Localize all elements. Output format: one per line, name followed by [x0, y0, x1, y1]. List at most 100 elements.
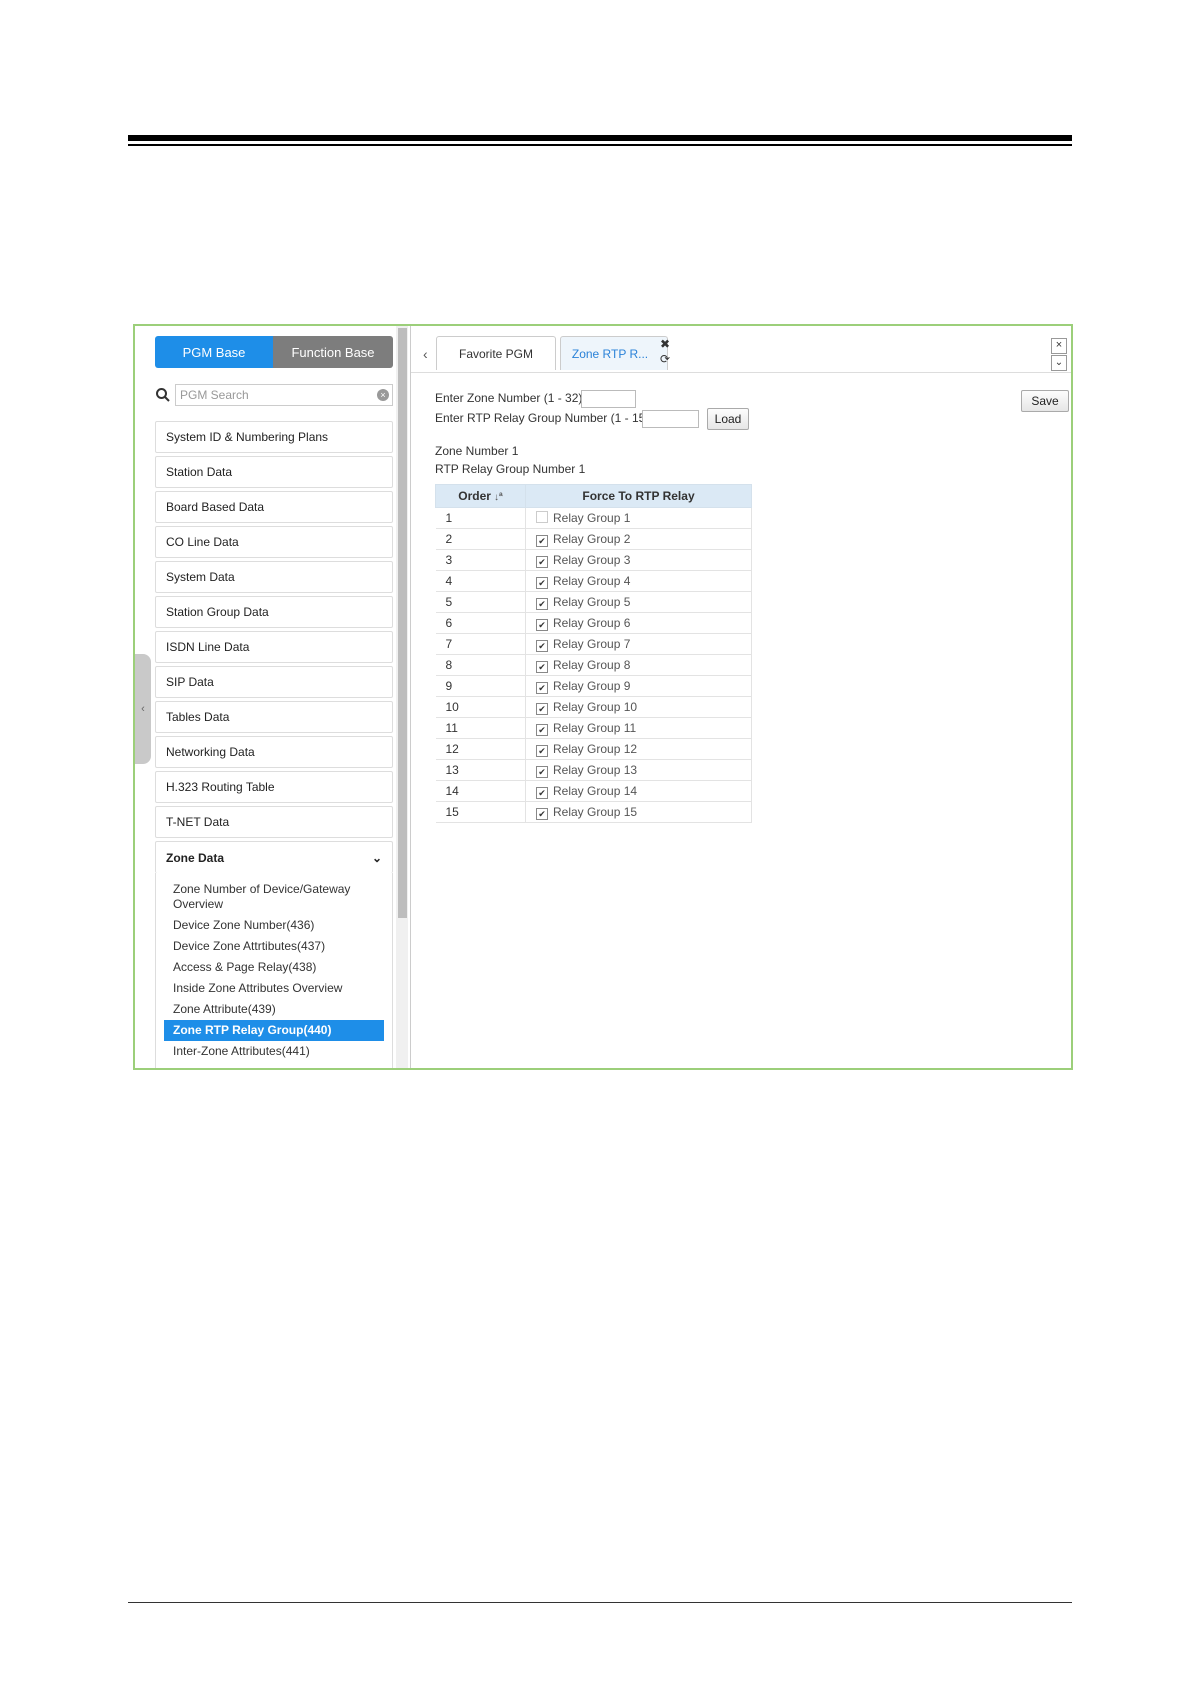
relay-group-info: RTP Relay Group Number 1 [435, 462, 586, 476]
sort-icon[interactable]: ↓ª [494, 492, 503, 503]
submenu-item[interactable]: Inside Zone Attributes Overview [164, 978, 384, 999]
zone-number-label: Enter Zone Number (1 - 32) : [435, 391, 590, 405]
checkbox-checked[interactable]: ✔ [536, 681, 548, 694]
submenu-item[interactable]: Zone RTP Relay Group(440) [164, 1020, 384, 1041]
checkbox-unchecked[interactable] [536, 511, 548, 523]
table-row: 9 ✔ Relay Group 9 [435, 675, 752, 697]
relay-label: Relay Group 1 [553, 511, 631, 525]
relay-group-input[interactable] [642, 410, 699, 428]
checkbox-checked[interactable]: ✔ [536, 618, 548, 631]
order-cell: 11 [435, 717, 526, 739]
submenu-item[interactable]: Device Zone Attrtibutes(437) [164, 936, 384, 957]
relay-label: Relay Group 14 [553, 783, 638, 798]
table-row: 11 ✔ Relay Group 11 [435, 717, 752, 739]
submenu-item[interactable]: Inter-Zone Attributes(441) [164, 1041, 384, 1062]
footer-rule [128, 1602, 1072, 1603]
sidebar-item[interactable]: T-NET Data [155, 806, 393, 838]
submenu-item[interactable]: Zone Attribute(439) [164, 999, 384, 1020]
clear-icon[interactable]: × [377, 389, 389, 401]
relay-label: Relay Group 11 [553, 720, 637, 735]
sidebar-item[interactable]: Board Based Data [155, 491, 393, 523]
relay-cell: ✔ Relay Group 8 [525, 654, 752, 676]
relay-cell: ✔ Relay Group 2 [525, 528, 752, 550]
sidebar-item[interactable]: SIP Data [155, 666, 393, 698]
submenu-item[interactable]: Access & Page Relay(438) [164, 957, 384, 978]
close-icon[interactable]: ✖ [660, 337, 670, 351]
pgm-menu: System ID & Numbering Plans Station Data B… [155, 421, 393, 1068]
sidebar-item[interactable]: Station Group Data [155, 596, 393, 628]
checkbox-checked[interactable]: ✔ [536, 786, 548, 799]
checkbox-checked[interactable]: ✔ [536, 555, 548, 568]
relay-label: Relay Group 2 [553, 531, 631, 546]
relay-cell: ✔ Relay Group 3 [525, 549, 752, 571]
relay-group-label: Enter RTP Relay Group Number (1 - 15) : [435, 411, 656, 425]
sidebar-item[interactable]: Station Data [155, 456, 393, 488]
save-button[interactable]: Save [1021, 390, 1069, 412]
relay-label: Relay Group 10 [553, 699, 638, 714]
relay-label: Relay Group 8 [553, 657, 631, 672]
sidebar-item-label: Zone Data [166, 850, 225, 865]
order-cell: 4 [435, 570, 526, 592]
relay-cell: ✔ Relay Group 10 [525, 696, 752, 718]
chevron-left-icon[interactable]: ‹ [423, 346, 428, 362]
tab-favorite-pgm[interactable]: Favorite PGM [436, 336, 556, 370]
order-cell: 14 [435, 780, 526, 802]
sidebar-item[interactable]: H.323 Routing Table [155, 771, 393, 803]
sidebar-item[interactable]: Tables Data [155, 701, 393, 733]
checkbox-checked[interactable]: ✔ [536, 534, 548, 547]
table-row: 7 ✔ Relay Group 7 [435, 633, 752, 655]
zone-data-submenu: Zone Number of Device/Gateway Overview De… [155, 873, 393, 1068]
search-input[interactable] [175, 384, 393, 406]
table-row: 15 ✔ Relay Group 15 [435, 801, 752, 823]
left-scrollbar-thumb[interactable] [398, 328, 407, 918]
chevron-left-icon: ‹ [141, 703, 145, 715]
table-row: 5 ✔ Relay Group 5 [435, 591, 752, 613]
relay-cell: ✔ Relay Group 15 [525, 801, 752, 823]
sidebar-item[interactable]: System ID & Numbering Plans [155, 421, 393, 453]
col-force-to-rtp-relay: Force To RTP Relay [525, 484, 752, 508]
checkbox-checked[interactable]: ✔ [536, 576, 548, 589]
checkbox-checked[interactable]: ✔ [536, 639, 548, 652]
sidebar-item[interactable]: System Data [155, 561, 393, 593]
table-row: 6 ✔ Relay Group 6 [435, 612, 752, 634]
sidebar-item-zone-data[interactable]: Zone Data ⌄ [155, 841, 393, 873]
checkbox-checked[interactable]: ✔ [536, 765, 548, 778]
submenu-item[interactable]: Device Zone Number(436) [164, 915, 384, 936]
checkbox-checked[interactable]: ✔ [536, 723, 548, 736]
relay-cell: ✔ Relay Group 11 [525, 717, 752, 739]
left-panel: ‹ PGM Base Function Base × System ID & N… [135, 326, 410, 1068]
order-cell: 10 [435, 696, 526, 718]
relay-label: Relay Group 6 [553, 615, 631, 630]
chevron-down-icon[interactable]: ⌄ [1051, 355, 1067, 371]
table-row: 14 ✔ Relay Group 14 [435, 780, 752, 802]
relay-label: Relay Group 3 [553, 552, 631, 567]
refresh-icon[interactable]: ⟳ [660, 352, 670, 366]
relay-cell: ✔ Relay Group 7 [525, 633, 752, 655]
pgm-base-button[interactable]: PGM Base [155, 336, 273, 368]
checkbox-checked[interactable]: ✔ [536, 702, 548, 715]
zone-number-input[interactable] [581, 390, 636, 408]
table-row: 13 ✔ Relay Group 13 [435, 759, 752, 781]
checkbox-checked[interactable]: ✔ [536, 744, 548, 757]
header-rule-thick [128, 135, 1072, 141]
relay-table: Order ↓ª Force To RTP Relay 1 Relay Group … [435, 484, 752, 823]
order-cell: 2 [435, 528, 526, 550]
collapse-handle[interactable]: ‹ [135, 654, 151, 764]
checkbox-checked[interactable]: ✔ [536, 660, 548, 673]
order-cell: 8 [435, 654, 526, 676]
load-button[interactable]: Load [707, 408, 749, 430]
relay-cell: ✔ Relay Group 12 [525, 738, 752, 760]
submenu-item[interactable]: Zone Number of Device/Gateway Overview [164, 879, 384, 915]
checkbox-checked[interactable]: ✔ [536, 807, 548, 820]
sidebar-item[interactable]: ISDN Line Data [155, 631, 393, 663]
col-order[interactable]: Order ↓ª [435, 484, 526, 508]
sidebar-item[interactable]: Networking Data [155, 736, 393, 768]
function-base-button[interactable]: Function Base [273, 336, 393, 368]
relay-label: Relay Group 15 [553, 804, 638, 819]
checkbox-checked[interactable]: ✔ [536, 597, 548, 610]
sidebar-item[interactable]: CO Line Data [155, 526, 393, 558]
order-cell: 6 [435, 612, 526, 634]
header-rule-thin [128, 144, 1072, 146]
tab-zone-rtp-relay[interactable]: Zone RTP R... [560, 336, 668, 370]
close-all-icon[interactable]: × [1051, 338, 1067, 354]
